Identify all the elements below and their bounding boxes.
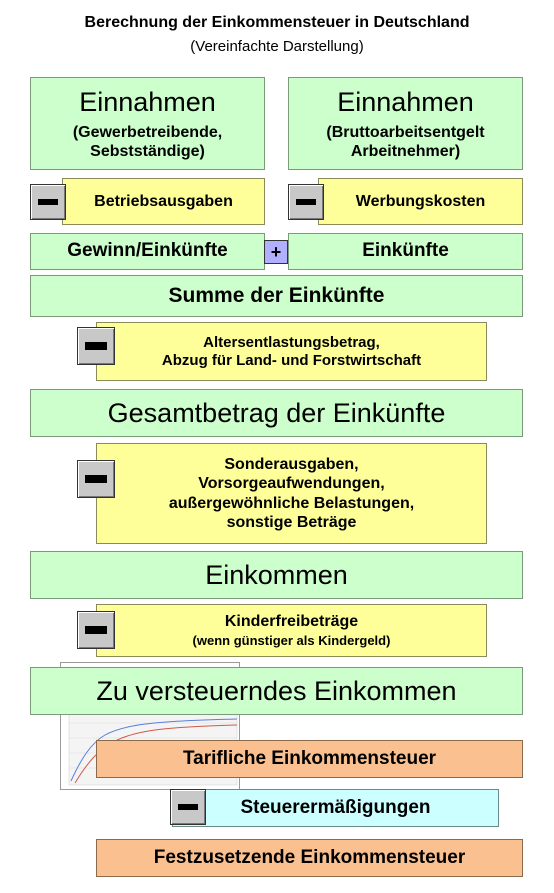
kinderfreibetraege-line2: (wenn günstiger als Kindergeld)	[192, 633, 391, 649]
einnahmen-right-sub1: (Bruttoarbeitsentgelt	[326, 123, 485, 141]
summe-der-einkuenfte-box: Summe der Einkünfte	[30, 275, 523, 317]
minus-icon	[77, 611, 115, 649]
minus-icon	[30, 184, 66, 220]
minus-icon	[170, 789, 206, 825]
einnahmen-left-sub1: (Gewerbetreibende,	[72, 123, 223, 141]
einkuenfte-box: Einkünfte	[288, 233, 523, 270]
altersentlastung-line2: Abzug für Land- und Forstwirtschaft	[161, 351, 422, 369]
kinderfreibetraege-line1: Kinderfreibeträge	[224, 613, 359, 631]
einnahmen-right-sub2: Arbeitnehmer)	[350, 142, 461, 160]
sonderausgaben-line4: sonstige Beträge	[226, 513, 357, 531]
page-title: Berechnung der Einkommensteuer in Deutsc…	[84, 14, 470, 31]
festzusetzende-einkommensteuer-box: Festzusetzende Einkommensteuer	[96, 839, 523, 877]
werbungskosten-box: Werbungskosten	[318, 178, 523, 225]
minus-icon	[288, 184, 324, 220]
zu-versteuerndes-einkommen-box: Zu versteuerndes Einkommen	[30, 667, 523, 715]
minus-icon	[77, 460, 115, 498]
einnahmen-selbststaendige-box: Einnahmen (Gewerbetreibende, Sebstständi…	[30, 77, 265, 170]
kinderfreibetraege-box: Kinderfreibeträge (wenn günstiger als Ki…	[96, 604, 487, 657]
sonderausgaben-line3: außergewöhnliche Belastungen,	[168, 494, 415, 512]
einnahmen-left-sub2: Sebstständige)	[90, 142, 205, 160]
einkommen-box: Einkommen	[30, 551, 523, 599]
altersentlastung-line1: Altersentlastungsbetrag,	[203, 333, 380, 351]
tarifliche-einkommensteuer-box: Tarifliche Einkommensteuer	[96, 740, 523, 778]
sonderausgaben-line1: Sonderausgaben,	[224, 456, 359, 474]
betriebsausgaben-box: Betriebsausgaben	[62, 178, 265, 225]
page-subtitle: (Vereinfachte Darstellung)	[190, 38, 364, 55]
plus-icon: +	[264, 240, 288, 264]
einnahmen-right-title: Einnahmen	[337, 87, 474, 118]
sonderausgaben-box: Sonderausgaben, Vorsorgeaufwendungen, au…	[96, 443, 487, 544]
gewinn-einkuenfte-box: Gewinn/Einkünfte	[30, 233, 265, 270]
steuerermaessigungen-box: Steuerermäßigungen	[172, 789, 499, 827]
gesamtbetrag-box: Gesamtbetrag der Einkünfte	[30, 389, 523, 437]
einnahmen-arbeitnehmer-box: Einnahmen (Bruttoarbeitsentgelt Arbeitne…	[288, 77, 523, 170]
minus-icon	[77, 327, 115, 365]
sonderausgaben-line2: Vorsorgeaufwendungen,	[198, 475, 385, 493]
einnahmen-left-title: Einnahmen	[79, 87, 216, 118]
altersentlastung-box: Altersentlastungsbetrag, Abzug für Land-…	[96, 322, 487, 381]
